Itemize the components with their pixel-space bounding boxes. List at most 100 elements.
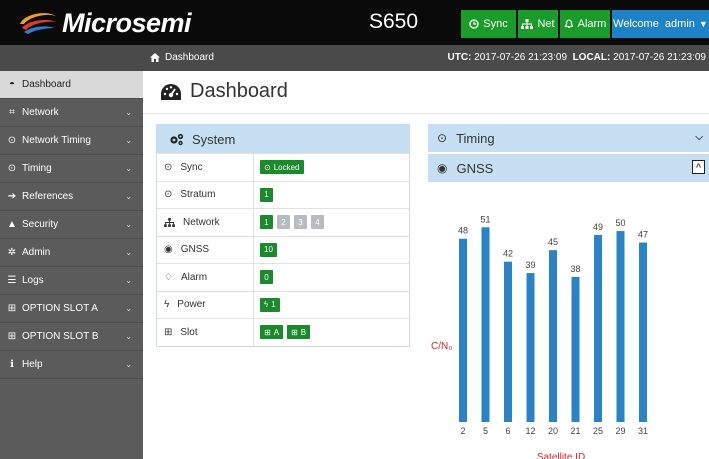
- row-label: GNSS: [180, 244, 210, 256]
- bell-icon: [564, 19, 573, 29]
- sidebar-item-option-slot-a[interactable]: ⊞ OPTION SLOT A ⌄: [0, 295, 143, 323]
- local-label: LOCAL:: [572, 52, 611, 63]
- plus-square-icon: ⊞: [164, 326, 173, 338]
- network-icon: [164, 217, 175, 227]
- bar-satellite-21[interactable]: [571, 276, 580, 422]
- divider: [143, 113, 709, 114]
- clock-icon: ⊙: [264, 162, 271, 172]
- utc-value: 2017-07-26 21:23:09: [474, 52, 568, 63]
- stratum-badge: 1: [260, 187, 273, 202]
- network-icon: ⌗: [9, 107, 15, 118]
- bar-value-label: 48: [458, 226, 468, 236]
- network-port-1-badge[interactable]: 1: [260, 215, 273, 230]
- chevron-down-icon: ⌄: [125, 220, 132, 229]
- sidebar-item-label: OPTION SLOT B: [22, 331, 99, 342]
- row-label: Sync: [180, 161, 203, 173]
- net-status-button[interactable]: Net: [518, 10, 558, 38]
- caret-down-icon: ▼: [698, 19, 708, 29]
- slot-a-badge[interactable]: ⊞ A: [260, 325, 284, 340]
- sidebar-item-timing[interactable]: ⊙ Timing ⌄: [0, 155, 143, 183]
- bar-satellite-5[interactable]: [481, 227, 490, 422]
- bolt-icon: ϟ: [164, 299, 170, 311]
- bar-satellite-2[interactable]: [459, 238, 467, 422]
- network-icon: [521, 19, 534, 29]
- plus-square-icon: ⊞: [291, 327, 298, 337]
- system-row-power: ϟ Power ϟ1: [157, 290, 409, 318]
- bar-satellite-12[interactable]: [526, 273, 535, 422]
- bar-satellite-29[interactable]: [616, 231, 625, 422]
- network-port-3-badge[interactable]: 3: [294, 215, 307, 230]
- gnss-panel-header[interactable]: ◉ GNSS ^: [428, 154, 709, 182]
- alarm-status-button[interactable]: Alarm: [560, 10, 610, 38]
- bar-value-label: 49: [593, 222, 603, 232]
- dashboard-icon: [161, 83, 181, 100]
- system-panel-header: System: [157, 125, 409, 153]
- user-menu-button[interactable]: Welcome admin ▼: [612, 10, 709, 38]
- row-label: Stratum: [180, 189, 216, 201]
- info-icon: ℹ: [10, 359, 14, 370]
- power-badge: ϟ1: [260, 297, 280, 312]
- sidebar: ◓ Dashboard ⌗ Network ⌄ ⊙ Network Timing ⌄ ⊙ Timi…: [0, 71, 143, 459]
- slot-b-badge[interactable]: ⊞ B: [287, 325, 311, 340]
- dashboard-icon: ◓: [8, 79, 16, 90]
- bell-icon: ♢: [164, 271, 173, 283]
- bar-value-label: 38: [570, 264, 580, 274]
- sync-label: Sync: [483, 18, 508, 30]
- bar-satellite-31[interactable]: [639, 242, 647, 422]
- system-panel: System ⊙ Sync ⊙ Locked ⊙ Stratum 1 Network …: [156, 124, 410, 347]
- network-port-4-badge[interactable]: 4: [311, 215, 324, 230]
- chevron-down-icon: ⌄: [125, 276, 132, 285]
- sign-in-icon: ➔: [7, 191, 17, 202]
- welcome-label: Welcome admin: [613, 18, 695, 30]
- sidebar-item-label: References: [22, 191, 74, 202]
- gnss-panel-title: GNSS: [456, 160, 494, 176]
- sidebar-item-option-slot-b[interactable]: ⊞ OPTION SLOT B ⌄: [0, 323, 143, 351]
- sidebar-item-help[interactable]: ℹ Help ⌄: [0, 351, 143, 379]
- sync-status-button[interactable]: Sync: [461, 10, 516, 38]
- bar-value-label: 39: [525, 260, 535, 270]
- sidebar-item-logs[interactable]: ☰ Logs ⌄: [0, 267, 143, 295]
- sidebar-item-label: Logs: [22, 275, 44, 286]
- network-port-2-badge[interactable]: 2: [277, 215, 290, 230]
- clock-icon: ⊙: [164, 189, 173, 201]
- x-tick-label: 2: [460, 426, 465, 436]
- utc-label: UTC:: [447, 52, 472, 63]
- badge-text: Locked: [273, 162, 300, 172]
- bar-value-label: 50: [615, 218, 625, 228]
- chevron-down-icon: ⌄: [125, 248, 132, 257]
- net-label: Net: [537, 18, 555, 30]
- sidebar-item-references[interactable]: ➔ References ⌄: [0, 183, 143, 211]
- sidebar-item-dashboard[interactable]: ◓ Dashboard: [0, 71, 143, 99]
- bar-satellite-25[interactable]: [594, 234, 602, 422]
- chevron-up-icon[interactable]: ^: [692, 160, 705, 174]
- chevron-down-icon[interactable]: ⌵: [695, 132, 703, 143]
- chevron-down-icon: ⌄: [125, 164, 132, 173]
- row-label: Power: [177, 299, 206, 311]
- x-tick-label: 6: [505, 426, 510, 436]
- clock-icon: ⊙: [7, 163, 17, 174]
- bar-satellite-20[interactable]: [549, 250, 557, 422]
- plus-square-icon: ⊞: [7, 303, 17, 314]
- badge-text: 1: [271, 300, 276, 310]
- brand-name: Microsemi: [62, 7, 192, 38]
- chevron-down-icon: ⌄: [125, 304, 132, 313]
- x-tick-label: 31: [638, 426, 648, 436]
- globe-icon: ◉: [437, 161, 448, 175]
- sidebar-item-admin[interactable]: ✲ Admin ⌄: [0, 239, 143, 267]
- system-row-network: Network 1 2 3 4: [157, 208, 409, 236]
- system-panel-title: System: [192, 131, 236, 147]
- bar-value-label: 51: [480, 214, 490, 224]
- status-bar: Dashboard UTC: 2017-07-26 21:23:09 LOCAL…: [0, 45, 709, 71]
- lock-icon: ▲: [7, 219, 17, 230]
- sidebar-item-label: Network: [22, 107, 59, 118]
- bar-value-label: 47: [638, 230, 648, 240]
- sidebar-item-network-timing[interactable]: ⊙ Network Timing ⌄: [0, 127, 143, 155]
- timing-panel-header[interactable]: ⊙ Timing ⌵: [428, 124, 709, 152]
- bar-satellite-6[interactable]: [504, 261, 512, 422]
- sidebar-item-security[interactable]: ▲ Security ⌄: [0, 211, 143, 239]
- sidebar-item-label: Security: [22, 219, 59, 230]
- sidebar-item-label: Timing: [22, 163, 52, 174]
- x-tick-label: 20: [548, 426, 558, 436]
- breadcrumb-dashboard[interactable]: Dashboard: [165, 52, 214, 63]
- sidebar-item-network[interactable]: ⌗ Network ⌄: [0, 99, 143, 127]
